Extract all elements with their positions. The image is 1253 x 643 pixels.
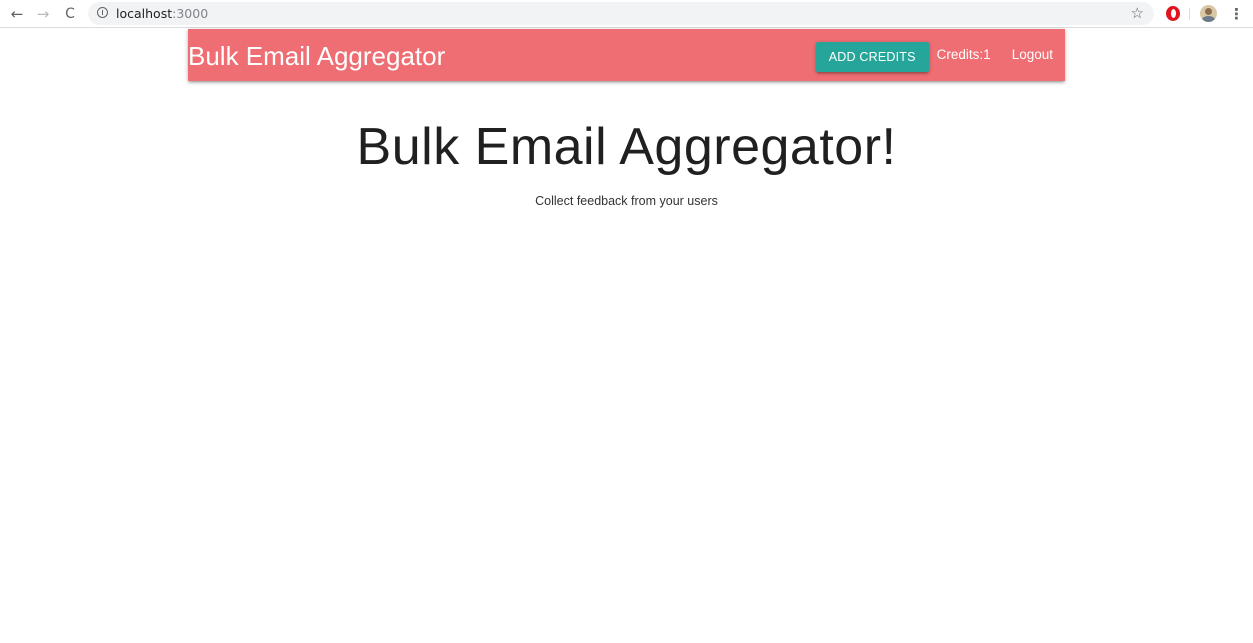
opera-icon[interactable] xyxy=(1166,6,1180,21)
url-port: :3000 xyxy=(172,6,209,21)
forward-arrow-icon[interactable]: → xyxy=(33,4,53,24)
credits-count: Credits:1 xyxy=(936,47,991,62)
toolbar-divider xyxy=(1189,8,1190,20)
app-navbar: Bulk Email Aggregator ADD CREDITS Credit… xyxy=(188,29,1065,81)
reload-icon[interactable]: C xyxy=(60,4,80,24)
browser-toolbar: ← → C localhost:3000 ☆ ⋮ xyxy=(0,0,1253,28)
brand-logo[interactable]: Bulk Email Aggregator xyxy=(188,29,445,81)
back-arrow-icon[interactable]: ← xyxy=(7,4,27,24)
address-bar[interactable]: localhost:3000 ☆ xyxy=(88,2,1154,25)
nav-right-menu: ADD CREDITS Credits:1 Logout xyxy=(815,29,1065,81)
page-subtitle: Collect feedback from your users xyxy=(535,194,718,208)
star-icon[interactable]: ☆ xyxy=(1131,3,1144,23)
url-text[interactable]: localhost:3000 xyxy=(116,5,208,22)
info-icon[interactable] xyxy=(97,7,108,18)
logout-link[interactable]: Logout xyxy=(1002,47,1065,62)
url-host: localhost xyxy=(116,6,173,21)
menu-icon[interactable]: ⋮ xyxy=(1229,4,1244,24)
profile-avatar[interactable] xyxy=(1200,5,1217,22)
page-title: Bulk Email Aggregator! xyxy=(356,118,897,176)
add-credits-button[interactable]: ADD CREDITS xyxy=(815,42,929,72)
